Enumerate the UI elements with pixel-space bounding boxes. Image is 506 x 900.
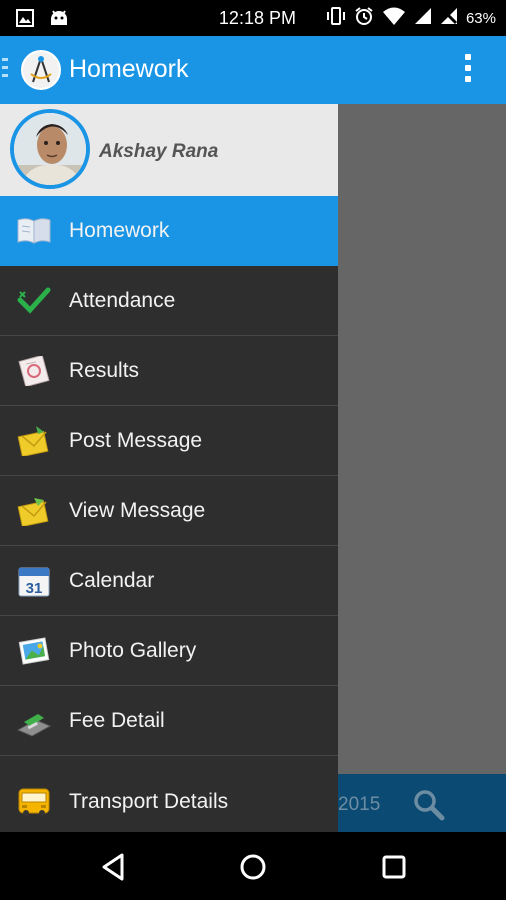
calendar-day-text: 31 — [26, 580, 43, 597]
card-swipe-icon — [16, 706, 52, 737]
menu-item-view-message[interactable]: View Message — [0, 476, 338, 546]
home-icon[interactable] — [236, 850, 270, 884]
year-text: 2015 — [338, 794, 381, 815]
no-signal-icon — [440, 7, 458, 30]
profile-header[interactable]: Akshay Rana — [0, 104, 338, 196]
drawer-menu: Homework Attendance Results Post Message… — [0, 196, 338, 839]
menu-item-fee-detail[interactable]: Fee Detail — [0, 686, 338, 756]
report-card-icon — [16, 354, 52, 388]
back-icon[interactable] — [96, 850, 130, 884]
envelope-open-icon — [16, 496, 52, 528]
envelope-icon — [16, 426, 52, 458]
menu-item-label: Calendar — [69, 569, 155, 592]
background-toolbar: 2015 — [338, 774, 506, 832]
bus-icon — [16, 786, 52, 816]
menu-item-attendance[interactable]: Attendance — [0, 266, 338, 336]
menu-item-label: View Message — [69, 499, 206, 522]
content-scrim[interactable] — [338, 104, 506, 774]
status-bar: 12:18 PM 63% — [0, 0, 506, 36]
wifi-icon — [382, 6, 406, 31]
menu-item-calendar[interactable]: 31 Calendar — [0, 546, 338, 616]
search-icon[interactable] — [412, 788, 446, 827]
page-title: Homework — [69, 55, 189, 83]
system-nav-bar — [0, 832, 506, 900]
checkmark-icon — [16, 286, 52, 316]
android-icon — [48, 9, 70, 34]
navigation-drawer: Akshay Rana Homework Attendance Results … — [0, 104, 338, 839]
photo-icon — [16, 636, 52, 666]
person-avatar-icon — [14, 113, 86, 185]
profile-name: Akshay Rana — [99, 141, 219, 162]
image-icon — [16, 9, 34, 34]
action-bar: Homework — [0, 36, 506, 104]
calendar-icon: 31 — [16, 566, 52, 597]
alarm-icon — [354, 6, 374, 31]
menu-item-photo-gallery[interactable]: Photo Gallery — [0, 616, 338, 686]
vibrate-icon — [326, 6, 346, 31]
compass-logo-icon[interactable] — [21, 50, 61, 90]
menu-item-label: Results — [69, 359, 140, 382]
avatar[interactable] — [10, 109, 90, 189]
menu-item-post-message[interactable]: Post Message — [0, 406, 338, 476]
menu-item-label: Homework — [69, 219, 170, 242]
menu-item-transport-details[interactable]: Transport Details — [0, 756, 338, 839]
signal-icon — [414, 7, 432, 30]
drawer-indicator-icon[interactable] — [2, 58, 8, 82]
more-vert-icon[interactable] — [464, 54, 472, 86]
menu-item-label: Fee Detail — [69, 709, 165, 732]
book-icon — [16, 216, 52, 246]
menu-item-homework[interactable]: Homework — [0, 196, 338, 266]
menu-item-label: Post Message — [69, 429, 203, 452]
menu-item-label: Photo Gallery — [69, 639, 197, 662]
recents-icon[interactable] — [377, 850, 411, 884]
menu-item-label: Transport Details — [69, 790, 229, 813]
menu-item-label: Attendance — [69, 289, 176, 312]
menu-item-results[interactable]: Results — [0, 336, 338, 406]
battery-percent: 63% — [465, 10, 496, 27]
status-time: 12:18 PM — [218, 8, 296, 28]
